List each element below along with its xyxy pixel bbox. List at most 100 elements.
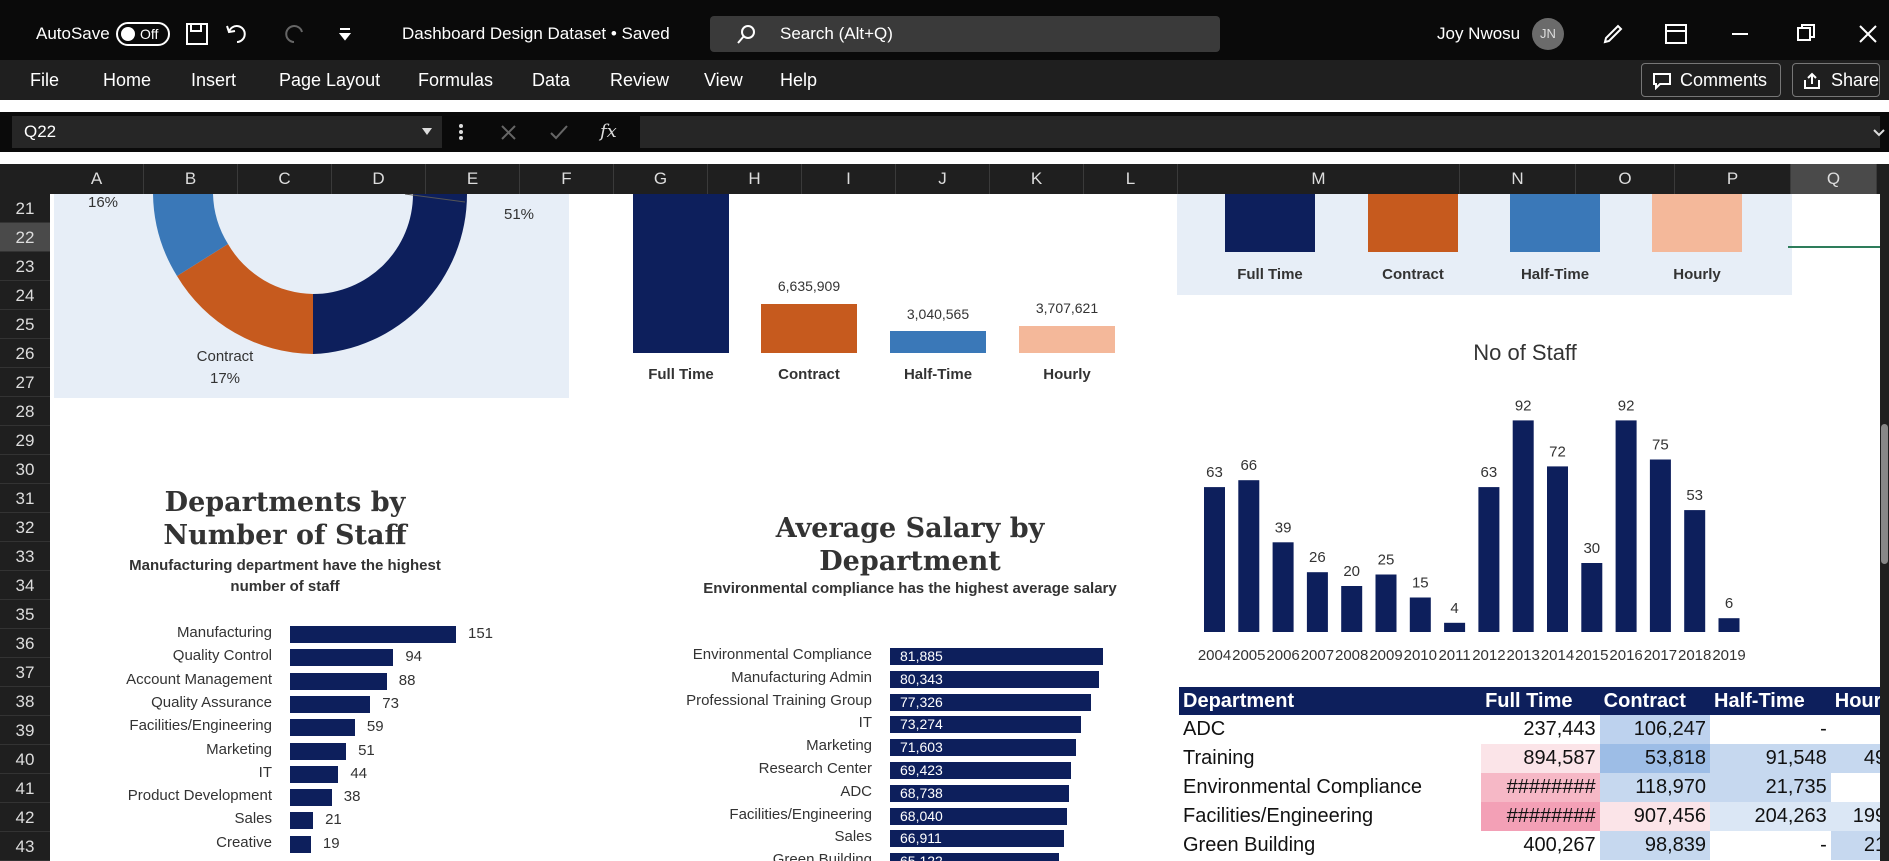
table-cell[interactable]: 49,782 <box>1830 744 1880 773</box>
row-header-22[interactable]: 22 <box>0 223 50 252</box>
table-cell[interactable]: 907,456 <box>1599 802 1710 831</box>
column-header-a[interactable]: A <box>50 164 144 194</box>
column-header-c[interactable]: C <box>238 164 332 194</box>
row-header-37[interactable]: 37 <box>0 658 50 687</box>
column-header-m[interactable]: M <box>1178 164 1460 194</box>
menu-help[interactable]: Help <box>780 70 817 91</box>
column-header-q[interactable]: Q <box>1791 164 1877 194</box>
close-icon[interactable] <box>1858 24 1878 44</box>
column-header-n[interactable]: N <box>1460 164 1576 194</box>
table-cell[interactable]: 118,970 <box>1599 773 1710 802</box>
row-header-33[interactable]: 33 <box>0 542 50 571</box>
menu-review[interactable]: Review <box>610 70 669 91</box>
row-header-23[interactable]: 23 <box>0 252 50 281</box>
table-cell[interactable]: 204,263 <box>1710 802 1831 831</box>
menu-view[interactable]: View <box>704 70 743 91</box>
search-box[interactable]: Search (Alt+Q) <box>710 16 1220 52</box>
column-header-p[interactable]: P <box>1675 164 1791 194</box>
row-header-43[interactable]: 43 <box>0 832 50 861</box>
table-cell[interactable]: - <box>1830 773 1880 802</box>
column-header-j[interactable]: J <box>896 164 990 194</box>
row-header-35[interactable]: 35 <box>0 600 50 629</box>
row-header-36[interactable]: 36 <box>0 629 50 658</box>
worksheet[interactable]: 16% 51% Contract 17% 6,635,909 3,040,565… <box>50 194 1880 861</box>
menu-insert[interactable]: Insert <box>191 70 236 91</box>
column-header-i[interactable]: I <box>802 164 896 194</box>
table-cell[interactable]: 106,247 <box>1599 715 1710 744</box>
restore-icon[interactable] <box>1797 24 1815 42</box>
redo-icon[interactable] <box>280 22 306 46</box>
column-header-o[interactable]: O <box>1576 164 1675 194</box>
menu-formulas[interactable]: Formulas <box>418 70 493 91</box>
table-cell[interactable]: - <box>1830 715 1880 744</box>
more-options-icon[interactable] <box>458 122 464 142</box>
table-cell[interactable]: 91,548 <box>1710 744 1831 773</box>
minimize-icon[interactable] <box>1732 33 1748 37</box>
table-cell[interactable]: 199,048 <box>1830 802 1880 831</box>
row-header-21[interactable]: 21 <box>0 194 50 223</box>
menu-page-layout[interactable]: Page Layout <box>279 70 380 91</box>
row-header-25[interactable]: 25 <box>0 310 50 339</box>
row-header-26[interactable]: 26 <box>0 339 50 368</box>
row-header-38[interactable]: 38 <box>0 687 50 716</box>
column-header-k[interactable]: K <box>990 164 1084 194</box>
row-header-42[interactable]: 42 <box>0 803 50 832</box>
table-cell-department[interactable]: Facilities/Engineering <box>1179 802 1482 831</box>
expand-formula-bar-icon[interactable] <box>1873 129 1885 137</box>
table-cell[interactable]: - <box>1710 715 1831 744</box>
menu-home[interactable]: Home <box>103 70 151 91</box>
autosave-toggle[interactable]: Off <box>116 22 170 46</box>
table-cell[interactable]: - <box>1710 831 1831 860</box>
row-header-40[interactable]: 40 <box>0 745 50 774</box>
column-header-h[interactable]: H <box>708 164 802 194</box>
table-cell[interactable]: ######## <box>1481 773 1600 802</box>
cancel-icon[interactable] <box>501 125 516 140</box>
customize-qat-icon[interactable] <box>338 27 352 41</box>
user-name[interactable]: Joy Nwosu <box>1437 24 1520 44</box>
menu-file[interactable]: File <box>30 70 59 91</box>
row-header-31[interactable]: 31 <box>0 484 50 513</box>
vertical-scrollbar[interactable] <box>1880 164 1889 861</box>
table-cell[interactable]: 21,910 <box>1830 831 1880 860</box>
table-cell[interactable]: 400,267 <box>1481 831 1600 860</box>
table-cell-department[interactable]: ADC <box>1179 715 1482 744</box>
menu-data[interactable]: Data <box>532 70 570 91</box>
table-cell[interactable]: ######## <box>1481 802 1600 831</box>
column-header-f[interactable]: F <box>520 164 614 194</box>
name-box[interactable]: Q22 <box>12 116 442 148</box>
row-header-24[interactable]: 24 <box>0 281 50 310</box>
row-header-28[interactable]: 28 <box>0 397 50 426</box>
formula-input[interactable] <box>640 116 1880 148</box>
pen-icon[interactable] <box>1601 22 1625 46</box>
insert-function-icon[interactable]: fx <box>600 121 617 142</box>
save-icon[interactable] <box>185 22 209 46</box>
scrollbar-thumb[interactable] <box>1881 424 1888 564</box>
table-cell[interactable]: 21,735 <box>1710 773 1831 802</box>
row-header-29[interactable]: 29 <box>0 426 50 455</box>
column-header-g[interactable]: G <box>614 164 708 194</box>
column-header-d[interactable]: D <box>332 164 426 194</box>
row-header-27[interactable]: 27 <box>0 368 50 397</box>
column-header-b[interactable]: B <box>144 164 238 194</box>
ribbon-display-icon[interactable] <box>1665 24 1687 44</box>
table-cell-department[interactable]: Environmental Compliance <box>1179 773 1482 802</box>
column-header-l[interactable]: L <box>1084 164 1178 194</box>
share-button[interactable]: Share <box>1792 63 1880 97</box>
row-header-32[interactable]: 32 <box>0 513 50 542</box>
table-cell[interactable]: 98,839 <box>1599 831 1710 860</box>
row-header-39[interactable]: 39 <box>0 716 50 745</box>
table-cell[interactable]: 894,587 <box>1481 744 1600 773</box>
table-cell[interactable]: 237,443 <box>1481 715 1600 744</box>
row-header-41[interactable]: 41 <box>0 774 50 803</box>
name-box-dropdown-icon[interactable] <box>422 128 432 136</box>
table-cell-department[interactable]: Training <box>1179 744 1482 773</box>
row-header-30[interactable]: 30 <box>0 455 50 484</box>
document-title[interactable]: Dashboard Design Dataset • Saved <box>402 24 670 44</box>
table-cell[interactable]: 53,818 <box>1599 744 1710 773</box>
avatar[interactable]: JN <box>1532 18 1564 50</box>
enter-icon[interactable] <box>550 125 568 140</box>
row-header-34[interactable]: 34 <box>0 571 50 600</box>
table-cell-department[interactable]: Green Building <box>1179 831 1482 860</box>
undo-icon[interactable] <box>225 22 251 46</box>
comments-button[interactable]: Comments <box>1641 63 1781 97</box>
